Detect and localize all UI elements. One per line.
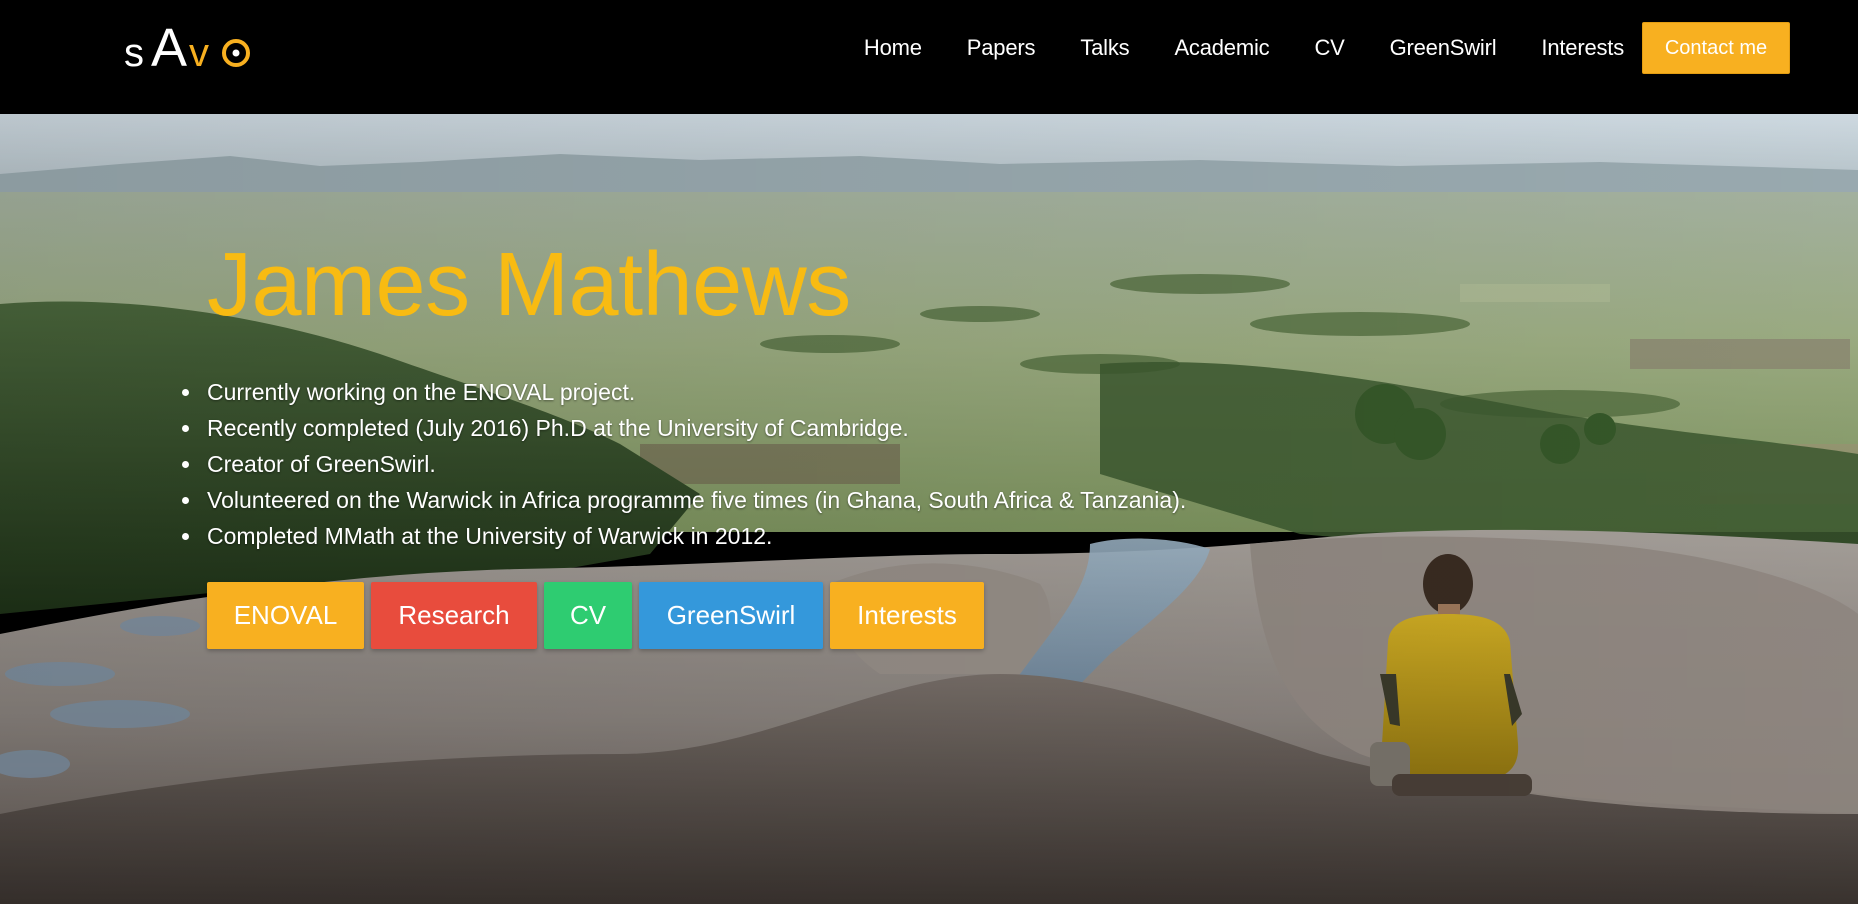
svg-text:s: s [124,31,144,74]
interests-button[interactable]: Interests [830,582,984,649]
svg-text:A: A [151,18,187,74]
page: s A v Home Papers Talks Academic CV Gree… [0,0,1858,904]
navbar: s A v Home Papers Talks Academic CV Gree… [0,0,1858,114]
nav-link-home[interactable]: Home [864,35,922,61]
svg-text:v: v [189,31,209,74]
nav-link-papers[interactable]: Papers [967,35,1036,61]
hero-bullet: Completed MMath at the University of War… [181,518,1186,554]
hero-title: James Mathews [207,235,851,335]
nav-link-talks[interactable]: Talks [1080,35,1129,61]
hero-bullet: Recently completed (July 2016) Ph.D at t… [181,410,1186,446]
hero-bullet: Volunteered on the Warwick in Africa pro… [181,482,1186,518]
hero-bullet: Currently working on the ENOVAL project. [181,374,1186,410]
enoval-button[interactable]: ENOVAL [207,582,364,649]
nav-link-interests[interactable]: Interests [1541,35,1624,61]
greenswirl-button[interactable]: GreenSwirl [639,582,823,649]
research-button[interactable]: Research [371,582,537,649]
savo-logo-icon: s A v [124,18,250,74]
nav-link-greenswirl[interactable]: GreenSwirl [1390,35,1497,61]
site-logo[interactable]: s A v [124,14,254,74]
main-nav: Home Papers Talks Academic CV GreenSwirl… [819,0,1624,96]
contact-me-button[interactable]: Contact me [1642,22,1790,74]
hero-bullet: Creator of GreenSwirl. [181,446,1186,482]
cv-button[interactable]: CV [544,582,632,649]
nav-link-cv[interactable]: CV [1314,35,1344,61]
hero-button-group: ENOVAL Research CV GreenSwirl Interests [207,582,984,649]
hero-bullet-list: Currently working on the ENOVAL project.… [181,374,1186,554]
nav-link-academic[interactable]: Academic [1174,35,1269,61]
